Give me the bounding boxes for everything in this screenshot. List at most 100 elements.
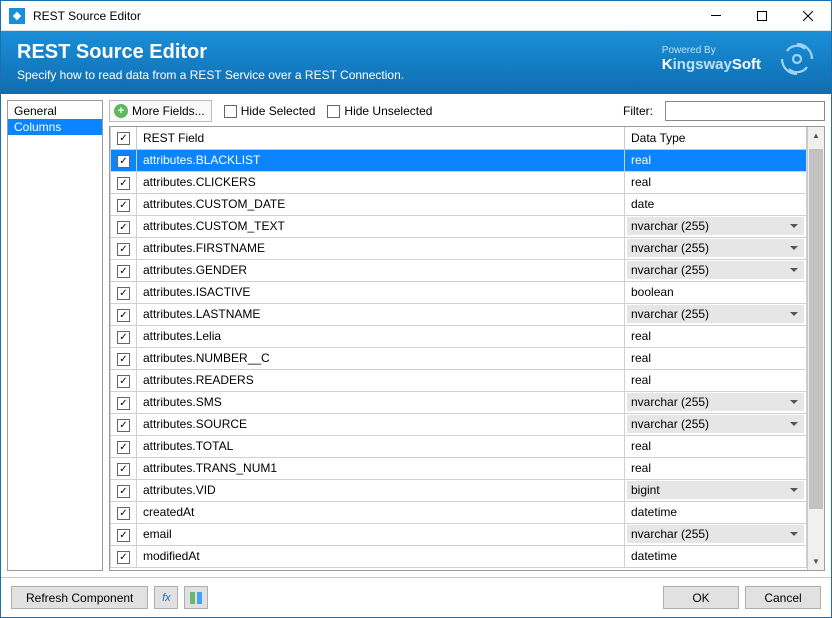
data-type-cell[interactable]: nvarchar (255) [625,303,807,325]
data-type-cell[interactable]: nvarchar (255) [625,237,807,259]
rest-field-cell[interactable]: attributes.Lelia [137,325,625,347]
table-row[interactable]: ✓attributes.TRANS_NUM1real [111,457,807,479]
table-row[interactable]: ✓attributes.BLACKLISTreal [111,149,807,171]
hide-unselected-checkbox[interactable]: Hide Unselected [327,104,432,118]
table-row[interactable]: ✓attributes.TOTALreal [111,435,807,457]
data-type-cell[interactable]: nvarchar (255) [625,215,807,237]
table-row[interactable]: ✓attributes.FIRSTNAMEnvarchar (255) [111,237,807,259]
data-type-cell[interactable]: real [625,435,807,457]
row-checkbox[interactable]: ✓ [111,369,137,391]
row-checkbox[interactable]: ✓ [111,435,137,457]
close-button[interactable] [785,1,831,31]
table-row[interactable]: ✓attributes.READERSreal [111,369,807,391]
table-row[interactable]: ✓attributes.CLICKERSreal [111,171,807,193]
table-row[interactable]: ✓attributes.Leliareal [111,325,807,347]
data-type-dropdown[interactable]: nvarchar (255) [627,261,804,279]
data-type-cell[interactable]: nvarchar (255) [625,413,807,435]
sidebar-tab-columns[interactable]: Columns [8,119,102,135]
header-rest-field[interactable]: REST Field [137,127,625,149]
vertical-scrollbar[interactable]: ▲ ▼ [807,127,824,570]
fields-grid[interactable]: ✓ REST Field Data Type ✓attributes.BLACK… [110,127,807,570]
row-checkbox[interactable]: ✓ [111,281,137,303]
row-checkbox[interactable]: ✓ [111,501,137,523]
data-type-dropdown[interactable]: nvarchar (255) [627,525,804,543]
data-type-cell[interactable]: bigint [625,479,807,501]
row-checkbox[interactable]: ✓ [111,347,137,369]
data-type-cell[interactable]: nvarchar (255) [625,259,807,281]
refresh-component-button[interactable]: Refresh Component [11,586,148,609]
table-row[interactable]: ✓attributes.NUMBER__Creal [111,347,807,369]
column-mapping-button[interactable] [184,586,208,609]
rest-field-cell[interactable]: createdAt [137,501,625,523]
sidebar-tab-general[interactable]: General [8,103,102,119]
rest-field-cell[interactable]: attributes.LASTNAME [137,303,625,325]
data-type-cell[interactable]: datetime [625,501,807,523]
scroll-up-icon[interactable]: ▲ [808,127,824,144]
rest-field-cell[interactable]: attributes.CUSTOM_TEXT [137,215,625,237]
row-checkbox[interactable]: ✓ [111,391,137,413]
row-checkbox[interactable]: ✓ [111,523,137,545]
row-checkbox[interactable]: ✓ [111,237,137,259]
ok-button[interactable]: OK [663,586,739,609]
cancel-button[interactable]: Cancel [745,586,821,609]
data-type-dropdown[interactable]: nvarchar (255) [627,305,804,323]
row-checkbox[interactable]: ✓ [111,325,137,347]
table-row[interactable]: ✓attributes.GENDERnvarchar (255) [111,259,807,281]
table-row[interactable]: ✓attributes.LASTNAMEnvarchar (255) [111,303,807,325]
data-type-cell[interactable]: real [625,149,807,171]
expression-editor-button[interactable]: fx [154,586,178,609]
row-checkbox[interactable]: ✓ [111,149,137,171]
rest-field-cell[interactable]: attributes.TRANS_NUM1 [137,457,625,479]
rest-field-cell[interactable]: attributes.SMS [137,391,625,413]
table-row[interactable]: ✓modifiedAtdatetime [111,545,807,567]
data-type-cell[interactable]: real [625,457,807,479]
data-type-cell[interactable]: real [625,171,807,193]
row-checkbox[interactable]: ✓ [111,259,137,281]
rest-field-cell[interactable]: attributes.CUSTOM_DATE [137,193,625,215]
header-data-type[interactable]: Data Type [625,127,807,149]
maximize-button[interactable] [739,1,785,31]
rest-field-cell[interactable]: attributes.BLACKLIST [137,149,625,171]
row-checkbox[interactable]: ✓ [111,479,137,501]
table-row[interactable]: ✓attributes.CUSTOM_TEXTnvarchar (255) [111,215,807,237]
table-row[interactable]: ✓attributes.VIDbigint [111,479,807,501]
data-type-cell[interactable]: nvarchar (255) [625,391,807,413]
data-type-dropdown[interactable]: nvarchar (255) [627,393,804,411]
rest-field-cell[interactable]: attributes.GENDER [137,259,625,281]
rest-field-cell[interactable]: email [137,523,625,545]
rest-field-cell[interactable]: attributes.READERS [137,369,625,391]
row-checkbox[interactable]: ✓ [111,171,137,193]
hide-selected-checkbox[interactable]: Hide Selected [224,104,316,118]
rest-field-cell[interactable]: attributes.FIRSTNAME [137,237,625,259]
table-row[interactable]: ✓attributes.ISACTIVEboolean [111,281,807,303]
table-row[interactable]: ✓emailnvarchar (255) [111,523,807,545]
rest-field-cell[interactable]: attributes.ISACTIVE [137,281,625,303]
data-type-cell[interactable]: real [625,347,807,369]
data-type-dropdown[interactable]: bigint [627,481,804,499]
scroll-down-icon[interactable]: ▼ [808,553,824,570]
row-checkbox[interactable]: ✓ [111,215,137,237]
row-checkbox[interactable]: ✓ [111,413,137,435]
row-checkbox[interactable]: ✓ [111,193,137,215]
header-checkbox-cell[interactable]: ✓ [111,127,137,149]
table-row[interactable]: ✓attributes.SMSnvarchar (255) [111,391,807,413]
data-type-dropdown[interactable]: nvarchar (255) [627,239,804,257]
rest-field-cell[interactable]: attributes.CLICKERS [137,171,625,193]
rest-field-cell[interactable]: attributes.SOURCE [137,413,625,435]
data-type-cell[interactable]: date [625,193,807,215]
data-type-cell[interactable]: boolean [625,281,807,303]
rest-field-cell[interactable]: modifiedAt [137,545,625,567]
table-row[interactable]: ✓createdAtdatetime [111,501,807,523]
rest-field-cell[interactable]: attributes.TOTAL [137,435,625,457]
minimize-button[interactable] [693,1,739,31]
data-type-cell[interactable]: real [625,325,807,347]
data-type-dropdown[interactable]: nvarchar (255) [627,217,804,235]
data-type-cell[interactable]: datetime [625,545,807,567]
rest-field-cell[interactable]: attributes.VID [137,479,625,501]
table-row[interactable]: ✓attributes.SOURCEnvarchar (255) [111,413,807,435]
rest-field-cell[interactable]: attributes.NUMBER__C [137,347,625,369]
data-type-cell[interactable]: real [625,369,807,391]
more-fields-button[interactable]: + More Fields... [109,100,212,122]
data-type-cell[interactable]: nvarchar (255) [625,523,807,545]
data-type-dropdown[interactable]: nvarchar (255) [627,415,804,433]
